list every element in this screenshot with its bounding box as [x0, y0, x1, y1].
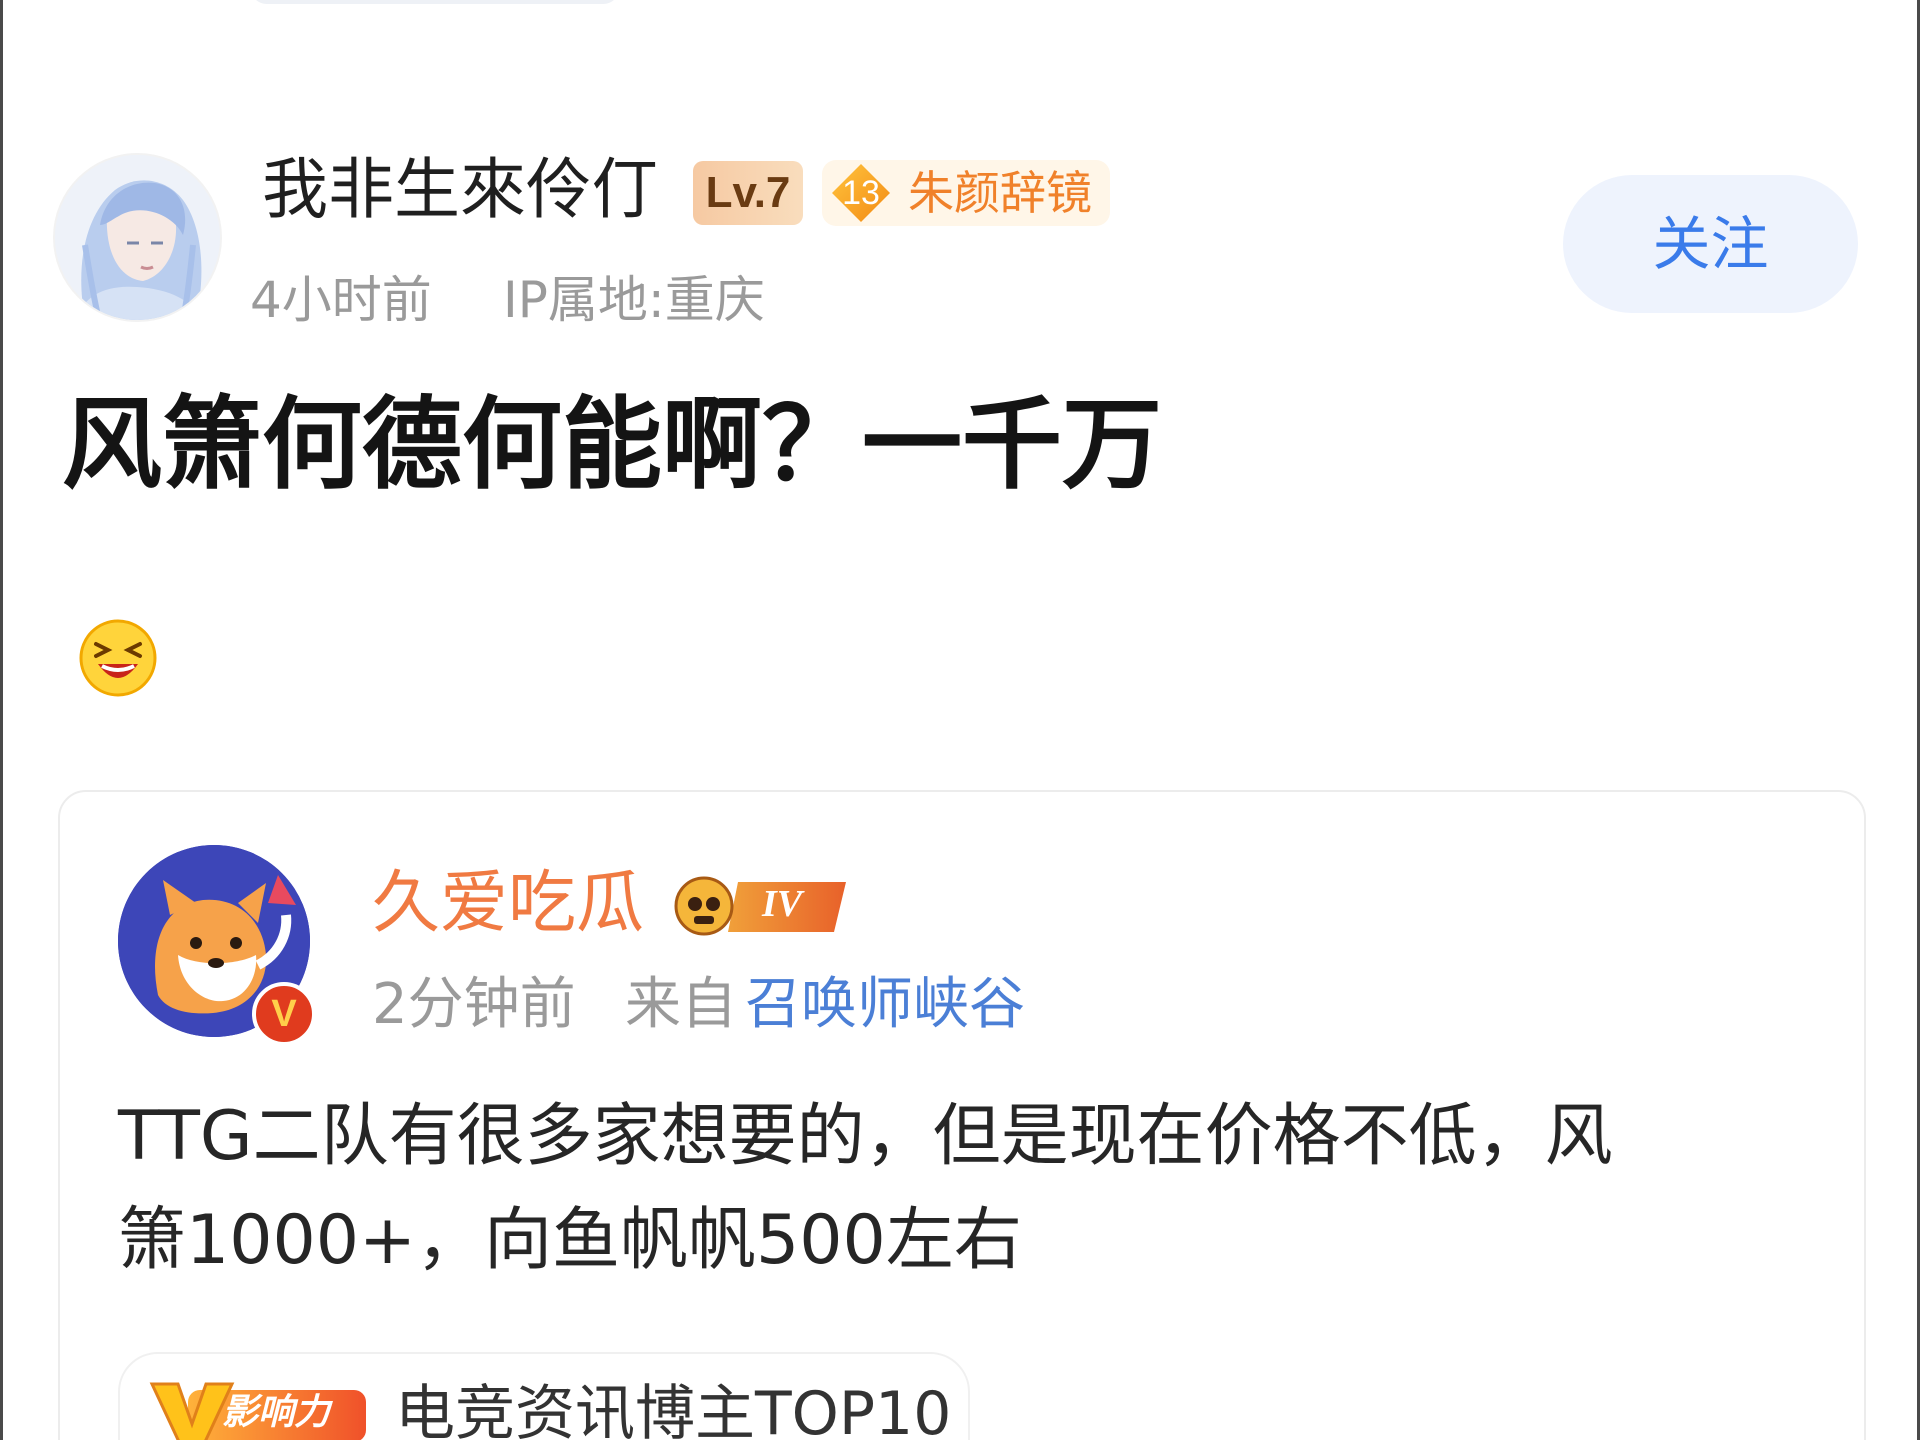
- post-detail-page: 我非生來伶仃 Lv.7 13 朱颜辞镜 4小时前 IP属地:重庆 关注 风箫何德…: [0, 0, 1920, 1440]
- laughing-emoji-icon: [79, 619, 157, 697]
- influence-label: 电竞资讯博主TOP10: [395, 1379, 952, 1440]
- post-time: 4小时前: [250, 271, 432, 329]
- quoted-post-time: 2分钟前: [372, 972, 576, 1037]
- verified-badge-icon: V: [252, 982, 316, 1046]
- post-title: 风箫何德何能啊？一千万: [62, 386, 1162, 503]
- quoted-post-body-line: 箫1000+，向鱼帆帆500左右: [118, 1201, 1022, 1280]
- previous-element-edge: [250, 0, 620, 4]
- fan-badge-name: 朱颜辞镜: [908, 166, 1092, 220]
- fan-badge-level: 13: [842, 174, 880, 212]
- rank-medal-icon: [674, 876, 846, 936]
- follow-button[interactable]: 关注: [1563, 175, 1858, 313]
- quoted-post-source-link[interactable]: 召唤师峡谷: [745, 970, 1025, 1040]
- author-name[interactable]: 我非生來伶仃: [262, 150, 658, 230]
- level-badge: Lv.7: [693, 161, 803, 225]
- fan-badge[interactable]: 13 朱颜辞镜: [822, 160, 1110, 226]
- left-edge-divider: [0, 0, 3, 1440]
- rank-badge-text: IV: [762, 883, 803, 925]
- ip-location: IP属地:重庆: [503, 271, 765, 329]
- quoted-post-body-line: TTG二队有很多家想要的，但是现在价格不低，风: [118, 1097, 1613, 1176]
- author-avatar[interactable]: [55, 155, 220, 320]
- quoted-post-from-label: 来自: [625, 972, 737, 1037]
- quoted-post-body: TTG二队有很多家想要的，但是现在价格不低，风 箫1000+，向鱼帆帆500左右: [118, 1085, 1808, 1293]
- influence-badge-text: 影响力: [222, 1392, 331, 1433]
- quoted-author-name[interactable]: 久爱吃瓜: [372, 862, 644, 946]
- author-avatar-image: [55, 155, 220, 320]
